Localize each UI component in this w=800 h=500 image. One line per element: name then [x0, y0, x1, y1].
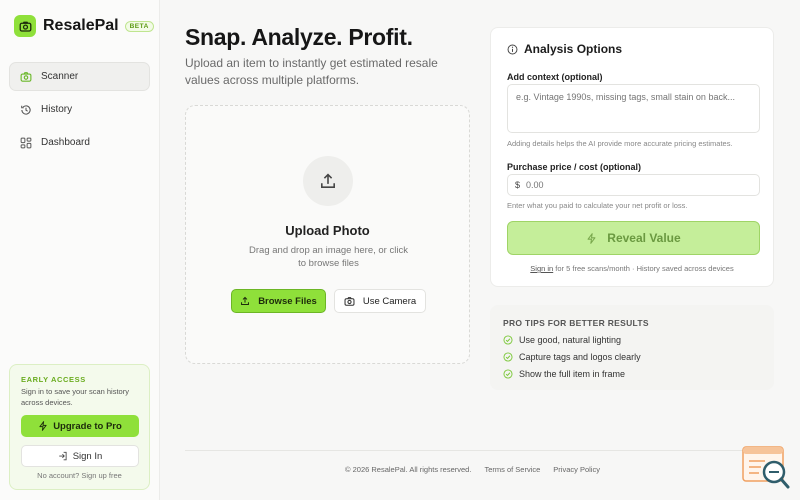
browse-files-label: Browse Files	[258, 295, 317, 307]
sign-in-label: Sign In	[72, 450, 103, 462]
sidebar-item-label: History	[41, 104, 73, 115]
analysis-options-panel: Analysis Options Add context (optional) …	[490, 27, 774, 287]
context-hint: Adding details helps the AI provide more…	[507, 139, 733, 148]
logo-camera-icon	[14, 15, 36, 37]
beta-badge: BETA	[124, 20, 154, 32]
bolt-icon	[38, 421, 48, 431]
analysis-options-label: Analysis Options	[524, 42, 623, 56]
tip-text: Show the full item in frame	[519, 369, 626, 379]
sidebar-item-scanner[interactable]: Scanner	[9, 62, 150, 91]
use-camera-label: Use Camera	[362, 295, 417, 307]
history-icon	[19, 103, 32, 116]
tip-item: Capture tags and logos clearly	[503, 352, 761, 362]
early-access-label: EARLY ACCESS	[21, 375, 86, 384]
pro-tips-card: PRO TIPS FOR BETTER RESULTS Use good, na…	[490, 305, 774, 390]
sidebar-item-label: Dashboard	[41, 137, 90, 148]
terms-link[interactable]: Terms of Service	[484, 465, 540, 474]
context-label: Add context (optional)	[507, 72, 603, 82]
tip-item: Use good, natural lighting	[503, 335, 761, 345]
info-icon	[507, 44, 518, 55]
use-camera-button[interactable]: Use Camera	[334, 289, 426, 313]
footer: © 2026 ResalePal. All rights reserved. T…	[345, 465, 613, 474]
tip-text: Capture tags and logos clearly	[519, 352, 641, 362]
sidebar: ResalePal BETA Scanner History Dashboard…	[0, 0, 160, 500]
context-textarea[interactable]	[507, 84, 760, 133]
bolt-icon	[586, 232, 597, 244]
sign-up-link[interactable]: No account? Sign up free	[21, 471, 138, 480]
sidebar-item-label: Scanner	[41, 71, 79, 82]
price-hint: Enter what you paid to calculate your ne…	[507, 201, 688, 210]
camera-icon	[19, 70, 32, 83]
upload-description: Drag and drop an image here, or click to…	[249, 245, 408, 269]
feedback-widget-icon[interactable]	[741, 445, 791, 491]
signin-note-text: for 5 free scans/month · History saved a…	[553, 264, 734, 273]
sidebar-nav: Scanner History Dashboard	[9, 62, 150, 161]
check-circle-icon	[503, 335, 513, 345]
sidebar-item-history[interactable]: History	[9, 95, 150, 124]
tip-text: Use good, natural lighting	[519, 335, 622, 345]
early-access-text: Sign in to save your scan history across…	[21, 387, 129, 407]
page-subtitle: Upload an item to instantly get estimate…	[185, 56, 438, 87]
check-circle-icon	[503, 369, 513, 379]
upload-dropzone[interactable]: Upload Photo Drag and drop an image here…	[185, 105, 470, 364]
upload-icon	[303, 156, 353, 206]
page-title: Snap. Analyze. Profit.	[185, 24, 413, 50]
pro-tips-title: PRO TIPS FOR BETTER RESULTS	[503, 318, 649, 328]
early-access-card: EARLY ACCESS Sign in to save your scan h…	[9, 364, 150, 490]
upload-title: Upload Photo	[285, 223, 370, 238]
currency-symbol: $	[515, 180, 521, 190]
login-icon	[58, 451, 68, 461]
privacy-link[interactable]: Privacy Policy	[553, 465, 600, 474]
price-label: Purchase price / cost (optional)	[507, 162, 642, 172]
analysis-options-title: Analysis Options	[507, 42, 622, 56]
brand[interactable]: ResalePal BETA	[14, 15, 154, 37]
reveal-value-label: Reveal Value	[607, 231, 681, 245]
upload-small-icon	[240, 296, 250, 306]
camera-icon	[344, 296, 355, 307]
sign-in-button[interactable]: Sign In	[21, 445, 139, 467]
sidebar-item-dashboard[interactable]: Dashboard	[9, 128, 150, 157]
browse-files-button[interactable]: Browse Files	[231, 289, 326, 313]
reveal-value-button[interactable]: Reveal Value	[507, 221, 760, 255]
upgrade-to-pro-button[interactable]: Upgrade to Pro	[21, 415, 139, 437]
brand-name: ResalePal	[43, 17, 119, 34]
footer-divider	[185, 450, 774, 451]
copyright: © 2026 ResalePal. All rights reserved.	[345, 465, 472, 474]
check-circle-icon	[503, 352, 513, 362]
signin-note: Sign in for 5 free scans/month · History…	[491, 264, 773, 273]
sign-in-link[interactable]: Sign in	[530, 264, 553, 273]
tip-item: Show the full item in frame	[503, 369, 761, 379]
price-field[interactable]: $	[507, 174, 760, 196]
upgrade-label: Upgrade to Pro	[53, 420, 122, 432]
dashboard-icon	[19, 136, 32, 149]
price-input[interactable]	[526, 180, 747, 190]
